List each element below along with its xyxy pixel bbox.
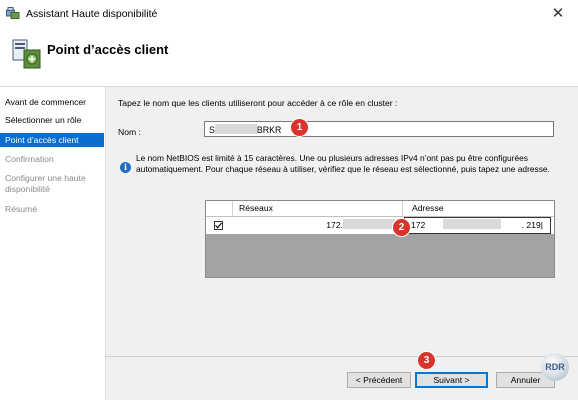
network-value: 172. bbox=[326, 220, 343, 230]
step-before-you-begin[interactable]: Avant de commencer bbox=[0, 97, 104, 108]
name-suffix: BRKR bbox=[256, 125, 282, 135]
close-icon: ✕ bbox=[551, 5, 565, 22]
networks-grid: Réseaux Adresse 172. 172 . 219| bbox=[205, 200, 555, 278]
rdr-logo: RDR bbox=[541, 353, 569, 381]
redacted-block bbox=[443, 219, 502, 229]
window-title: Assistant Haute disponibilité bbox=[26, 8, 158, 20]
previous-button[interactable]: < Précédent bbox=[347, 372, 411, 388]
cluster-role-icon bbox=[12, 39, 41, 69]
redacted-block bbox=[343, 219, 395, 229]
title-bar: Assistant Haute disponibilité ✕ bbox=[0, 0, 578, 28]
address-prefix: 172 bbox=[411, 220, 426, 230]
address-input[interactable]: 172 . 219| bbox=[404, 217, 551, 234]
networks-column-header[interactable]: Réseaux bbox=[233, 201, 403, 216]
checkmark-icon bbox=[215, 222, 222, 229]
footer-divider bbox=[105, 356, 578, 357]
wizard-header: Point d’accès client bbox=[0, 28, 578, 87]
step-client-access-point[interactable]: Point d’accès client bbox=[0, 133, 104, 147]
address-suffix: . 219| bbox=[521, 220, 543, 230]
address-column-header[interactable]: Adresse bbox=[404, 201, 554, 216]
step-configure-ha: Configurer une haute disponibilité bbox=[5, 173, 86, 194]
close-button[interactable]: ✕ bbox=[538, 0, 578, 28]
redacted-block bbox=[214, 124, 257, 134]
step-summary: Résumé bbox=[5, 204, 37, 214]
step-confirmation: Confirmation bbox=[5, 154, 54, 164]
name-label: Nom : bbox=[118, 127, 141, 137]
annotation-badge-1: 1 bbox=[291, 119, 308, 136]
page-title: Point d’accès client bbox=[47, 42, 169, 57]
network-cell: 172. bbox=[233, 217, 403, 234]
checkbox-column-header bbox=[206, 201, 233, 216]
table-row[interactable]: 172. 172 . 219| bbox=[206, 217, 554, 234]
network-checkbox[interactable] bbox=[214, 221, 223, 230]
instruction-text: Tapez le nom que les clients utiliseront… bbox=[118, 98, 398, 108]
client-name-input[interactable]: S BRKR bbox=[204, 121, 554, 137]
wizard-content: Tapez le nom que les clients utiliseront… bbox=[105, 87, 578, 400]
annotation-badge-2: 2 bbox=[393, 219, 410, 236]
cluster-app-icon bbox=[6, 7, 20, 19]
next-button[interactable]: Suivant > bbox=[415, 372, 488, 388]
step-select-role[interactable]: Sélectionner un rôle bbox=[0, 115, 104, 126]
grid-header: Réseaux Adresse bbox=[206, 201, 554, 217]
info-icon: i bbox=[120, 162, 131, 173]
wizard-steps-sidebar: Avant de commencer Sélectionner un rôle … bbox=[0, 87, 105, 400]
annotation-badge-3: 3 bbox=[418, 352, 435, 369]
info-text: Le nom NetBIOS est limité à 15 caractère… bbox=[136, 153, 550, 174]
